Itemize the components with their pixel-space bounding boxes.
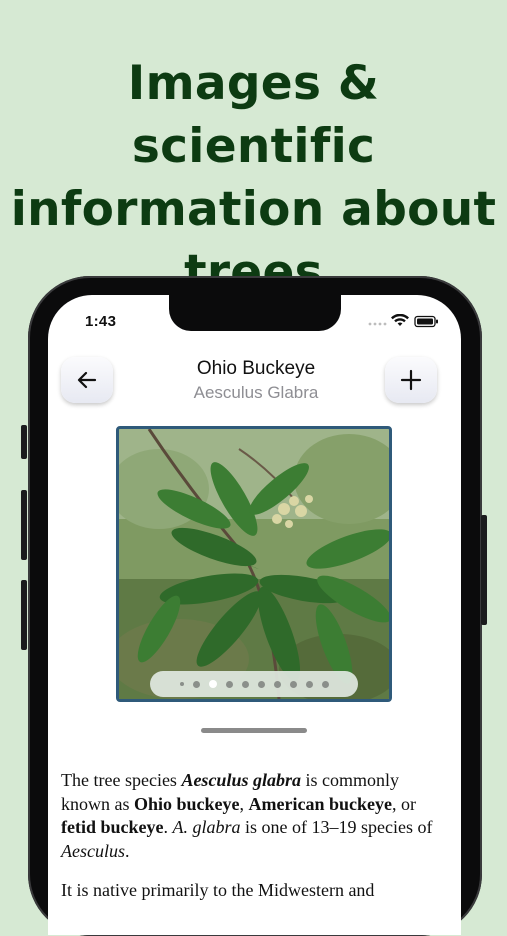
desc-bold: fetid buckeye — [61, 817, 164, 837]
desc-text: is one of 13–19 species of — [240, 817, 433, 837]
desc-italic: Aesculus — [61, 840, 125, 861]
page-dot[interactable] — [305, 680, 313, 688]
promo-headline: Images & scientific information about tr… — [0, 52, 507, 304]
desc-text: The tree species — [61, 770, 182, 790]
desc-bold: Ohio buckeye — [134, 793, 240, 814]
page-dot-active[interactable] — [208, 680, 217, 688]
page-dot[interactable] — [225, 680, 233, 688]
page-dot[interactable] — [179, 682, 184, 686]
status-icons — [368, 314, 438, 328]
page-dot[interactable] — [192, 680, 200, 688]
description-paragraph-1: The tree species Aesculus glabra is comm… — [61, 769, 441, 863]
tree-photo-gallery[interactable] — [116, 426, 392, 702]
page-dot[interactable] — [289, 680, 297, 688]
phone-notch — [169, 294, 341, 331]
page-dot[interactable] — [321, 680, 329, 688]
tree-description: The tree species Aesculus glabra is comm… — [61, 769, 441, 919]
tree-photo — [119, 429, 389, 699]
side-button-power — [481, 515, 487, 625]
page-dot[interactable] — [273, 680, 281, 688]
add-button[interactable] — [385, 357, 437, 403]
wifi-icon — [391, 314, 409, 326]
desc-italic: A. glabra — [172, 817, 241, 837]
back-button[interactable] — [61, 357, 113, 403]
side-button-silent — [21, 425, 27, 459]
tree-scientific-name: Aesculus Glabra — [193, 383, 319, 402]
description-paragraph-2: It is native primarily to the Midwestern… — [61, 880, 375, 900]
desc-text: . — [163, 817, 173, 837]
desc-text: . — [124, 840, 130, 861]
arrow-left-icon — [77, 371, 97, 389]
headline-line-1: Images & scientific — [127, 56, 380, 174]
tree-common-name: Ohio Buckeye — [196, 358, 316, 379]
desc-text: , — [239, 793, 249, 814]
desc-bold-italic: Aesculus glabra — [181, 770, 301, 790]
gallery-page-indicator[interactable] — [150, 671, 358, 697]
page-dot[interactable] — [241, 680, 249, 688]
side-button-volume-down — [21, 580, 27, 650]
headline-line-2: information about — [10, 182, 497, 237]
page-dot[interactable] — [257, 680, 265, 688]
side-button-volume-up — [21, 490, 27, 560]
signal-icon — [368, 322, 387, 326]
desc-bold: American buckeye — [248, 793, 392, 814]
desc-text: , or — [392, 793, 416, 814]
sheet-drag-handle[interactable] — [201, 728, 307, 733]
plus-icon — [400, 369, 422, 391]
status-time: 1:43 — [85, 313, 117, 330]
battery-icon — [414, 315, 438, 328]
